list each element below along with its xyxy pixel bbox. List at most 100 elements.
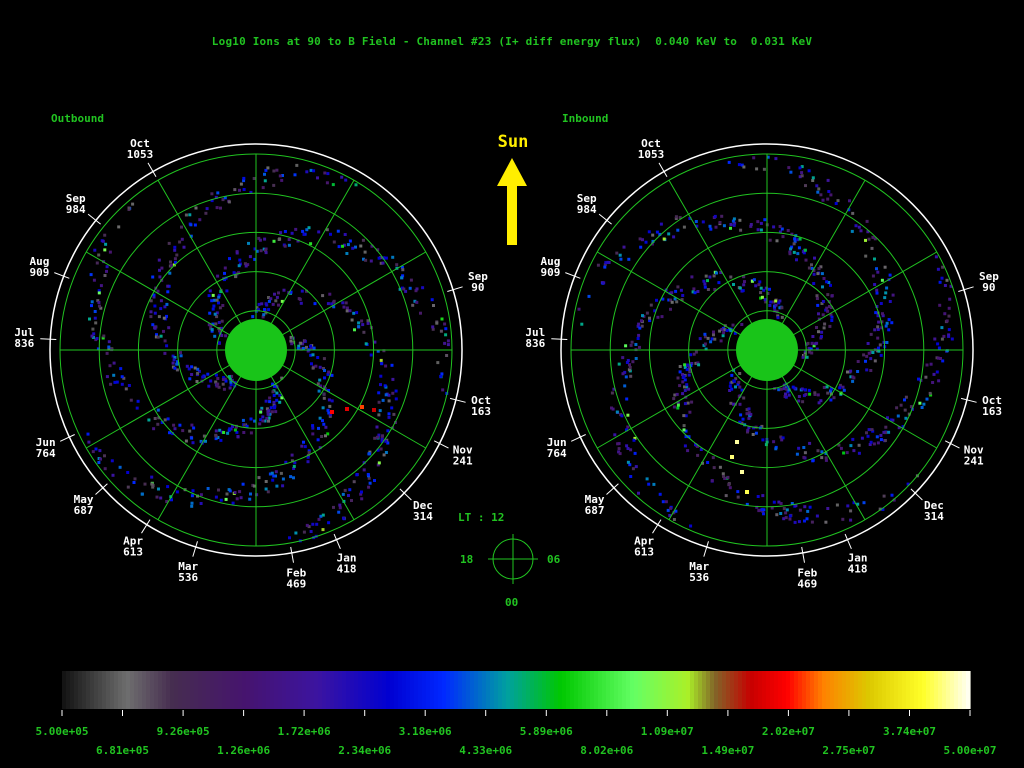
- flux-cell: [119, 367, 123, 371]
- colorbar: 5.00e+05 9.26e+05 1.72e+06 3.18e+06 5.89e+06…: [36, 671, 997, 757]
- colorbar-cell: [338, 671, 343, 709]
- flux-cell: [419, 311, 422, 315]
- flux-cell: [856, 370, 860, 373]
- flux-cell: [214, 433, 218, 437]
- flux-cell: [690, 275, 694, 279]
- flux-cell: [820, 335, 823, 338]
- day-label: 687: [585, 504, 605, 517]
- local-time-dial: [488, 534, 538, 584]
- flux-cell: [409, 278, 413, 282]
- flux-cell: [126, 471, 130, 474]
- colorbar-cell: [374, 671, 379, 709]
- flux-cell: [768, 238, 772, 242]
- flux-cell: [896, 414, 900, 418]
- flux-cell: [354, 245, 357, 249]
- flux-cell: [749, 223, 753, 226]
- flux-cell: [97, 461, 101, 464]
- flux-cell: [221, 378, 225, 381]
- day-label: 469: [286, 578, 306, 591]
- flux-cell: [875, 288, 879, 292]
- flux-cell: [278, 174, 282, 178]
- flux-cell: [345, 309, 349, 313]
- flux-cell: [791, 385, 795, 389]
- colorbar-cell: [202, 671, 207, 709]
- flux-cell: [172, 423, 176, 427]
- flux-cell: [864, 254, 868, 258]
- flux-cell: [751, 433, 755, 436]
- day-label: 90: [471, 281, 484, 294]
- flux-cell: [166, 290, 170, 294]
- flux-cell: [313, 302, 317, 306]
- flux-cell: [865, 431, 868, 435]
- colorbar-cell: [262, 671, 267, 709]
- outbound-polar-plot: Oct1053Sep984Aug909Jul836Jun764May687Apr…: [14, 137, 491, 590]
- colorbar-cell: [678, 671, 683, 709]
- flux-cell: [711, 456, 715, 460]
- flux-cell: [800, 174, 804, 178]
- flux-cell: [337, 245, 341, 249]
- flux-cell: [129, 398, 133, 402]
- colorbar-cell: [686, 671, 691, 709]
- colorbar-cell: [754, 671, 759, 709]
- flux-cell: [260, 302, 264, 306]
- flux-cell: [676, 285, 680, 289]
- day-label: 909: [540, 266, 560, 279]
- colorbar-cell: [514, 671, 519, 709]
- flux-cell: [99, 457, 102, 461]
- month-tick: [551, 338, 568, 340]
- flux-cell: [242, 188, 246, 191]
- flux-cell: [89, 273, 93, 277]
- flux-cell: [667, 232, 671, 236]
- colorbar-cell: [530, 671, 535, 709]
- flux-cell: [332, 299, 336, 303]
- flux-cell: [706, 336, 710, 340]
- flux-cell: [759, 228, 763, 232]
- flux-cell: [821, 313, 825, 317]
- flux-cell: [617, 447, 621, 451]
- colorbar-cell: [346, 671, 351, 709]
- colorbar-cell: [562, 671, 567, 709]
- colorbar-tick-label: 2.34e+06: [338, 744, 391, 757]
- flux-cell: [943, 312, 947, 316]
- flux-cell: [294, 531, 298, 535]
- colorbar-tick-label: 6.81e+05: [96, 744, 149, 757]
- flux-cell: [348, 309, 352, 313]
- colorbar-cell: [410, 671, 415, 709]
- colorbar-cell: [306, 671, 311, 709]
- month-tick: [944, 440, 960, 449]
- colorbar-cell: [210, 671, 215, 709]
- day-label: 687: [74, 504, 94, 517]
- colorbar-cell: [546, 671, 551, 709]
- colorbar-cell: [798, 671, 803, 709]
- colorbar-tick-label: 5.00e+07: [944, 744, 997, 757]
- flux-cell: [678, 365, 682, 368]
- flux-cell: [903, 408, 907, 412]
- flux-cell: [166, 485, 170, 489]
- flux-cell: [725, 329, 729, 332]
- flux-cell: [220, 334, 224, 337]
- colorbar-cell: [610, 671, 615, 709]
- colorbar-cell: [206, 671, 211, 709]
- flux-cell: [682, 428, 686, 432]
- flux-cell: [303, 339, 307, 343]
- colorbar-cell: [122, 671, 127, 709]
- flux-cell: [606, 260, 610, 264]
- colorbar-cell: [742, 671, 747, 709]
- colorbar-cell: [962, 671, 967, 709]
- flux-cell: [272, 239, 276, 243]
- flux-cell: [271, 390, 275, 394]
- flux-cell: [602, 281, 606, 285]
- flux-cell: [191, 489, 195, 493]
- flux-cell: [168, 431, 171, 435]
- colorbar-cell: [126, 671, 131, 709]
- flux-cell: [217, 488, 220, 492]
- flux-cell: [265, 416, 269, 420]
- flux-cell: [262, 313, 266, 317]
- flux-cell: [832, 396, 836, 400]
- flux-cell: [862, 353, 866, 357]
- flux-cell: [817, 401, 821, 405]
- flux-cell: [934, 255, 938, 259]
- flux-cell: [277, 291, 280, 295]
- month-tick: [449, 397, 466, 403]
- flux-cell: [808, 505, 812, 509]
